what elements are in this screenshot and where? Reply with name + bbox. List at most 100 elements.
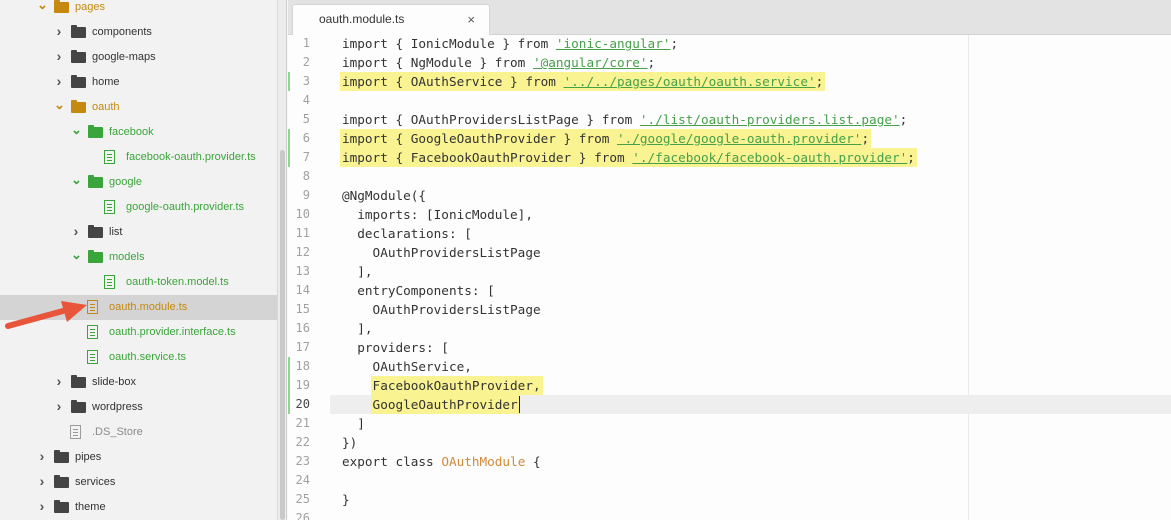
chevron-right-icon[interactable]: › <box>54 399 64 414</box>
tree-item-wordpress[interactable]: › wordpress <box>0 395 277 420</box>
code-text: ], <box>342 321 373 336</box>
code-text: OAuthService, <box>342 359 472 374</box>
chevron-down-icon[interactable]: ⌄ <box>54 98 65 114</box>
tree-item-oauth[interactable]: ⌄ oauth <box>0 95 277 120</box>
chevron-right-icon[interactable]: › <box>71 224 81 239</box>
tree-item-google-maps[interactable]: › google-maps <box>0 45 277 70</box>
code-text: import { GoogleOauthProvider } from <box>342 131 617 146</box>
code-line[interactable]: ] <box>342 414 365 433</box>
tree-item-label: facebook-oauth.provider.ts <box>126 151 256 163</box>
tree-item-oauth-token-model-ts[interactable]: oauth-token.model.ts <box>0 270 277 295</box>
chevron-right-icon[interactable]: › <box>37 474 47 489</box>
code-line[interactable]: import { OAuthService } from '../../page… <box>342 72 823 91</box>
line-number: 1 <box>302 36 310 50</box>
line-number: 4 <box>302 93 310 107</box>
code-text: import { OAuthProvidersListPage } from <box>342 112 640 127</box>
tree-item-google[interactable]: ⌄ google <box>0 170 277 195</box>
annotation-arrow <box>5 301 87 329</box>
line-number: 14 <box>295 283 310 297</box>
tree-item-pages[interactable]: ⌄ pages <box>0 0 277 20</box>
tree-item-label: oauth <box>92 101 120 113</box>
folder-icon <box>54 450 69 463</box>
code-string: './facebook/facebook-oauth.provider' <box>632 150 908 165</box>
tree-item-label: pipes <box>75 451 102 463</box>
line-number: 17 <box>295 340 310 354</box>
code-text: ; <box>907 150 915 165</box>
tree-item-ds-store[interactable]: .DS_Store <box>0 420 277 445</box>
chevron-down-icon[interactable]: ⌄ <box>37 0 48 14</box>
chevron-right-icon[interactable]: › <box>54 374 64 389</box>
code-line[interactable]: export class OAuthModule { <box>342 452 541 471</box>
chevron-right-icon[interactable]: › <box>37 449 47 464</box>
code-line[interactable]: import { OAuthProvidersListPage } from '… <box>342 110 907 129</box>
tree-item-google-oauth-provider-ts[interactable]: google-oauth.provider.ts <box>0 195 277 220</box>
code-text: { <box>525 454 541 469</box>
tree-item-theme[interactable]: › theme <box>0 495 277 520</box>
code-line[interactable]: } <box>342 490 350 509</box>
code-line[interactable]: import { GoogleOauthProvider } from './g… <box>342 129 869 148</box>
tree-item-models[interactable]: ⌄ models <box>0 245 277 270</box>
code-line[interactable]: providers: [ <box>342 338 449 357</box>
code-text: providers: [ <box>342 340 449 355</box>
folder-icon <box>71 75 86 88</box>
tree-item-pipes[interactable]: › pipes <box>0 445 277 470</box>
tree-item-components[interactable]: › components <box>0 20 277 45</box>
folder-icon <box>71 50 86 63</box>
chevron-down-icon[interactable]: ⌄ <box>71 173 82 189</box>
sidebar-scrollbar-thumb[interactable] <box>280 150 285 520</box>
tree-item-label: theme <box>75 501 106 513</box>
code-text: import { FacebookOauthProvider } from <box>342 150 633 165</box>
code-class-name: OAuthModule <box>441 454 526 469</box>
file-icon <box>104 200 115 214</box>
tree-item-label: google <box>109 176 143 188</box>
chevron-down-icon[interactable]: ⌄ <box>71 248 82 264</box>
tree-item-slide-box[interactable]: › slide-box <box>0 370 277 395</box>
code-text: import { NgModule } from <box>342 55 533 70</box>
code-line[interactable]: OAuthProvidersListPage <box>342 243 541 262</box>
line-number: 12 <box>295 245 310 259</box>
code-line[interactable]: ], <box>342 262 372 281</box>
code-line[interactable]: imports: [IonicModule], <box>342 205 533 224</box>
chevron-right-icon[interactable]: › <box>54 24 64 39</box>
folder-icon <box>54 500 69 513</box>
code-line[interactable]: GoogleOauthProvider <box>342 395 518 414</box>
tree-item-facebook-oauth-provider-ts[interactable]: facebook-oauth.provider.ts <box>0 145 277 170</box>
code-line[interactable]: declarations: [ <box>342 224 472 243</box>
editor-tab-bar: oauth.module.ts × <box>288 0 1171 35</box>
code-line[interactable]: ], <box>342 319 373 338</box>
code-line[interactable]: }) <box>342 433 357 452</box>
line-number: 22 <box>295 435 310 449</box>
code-line[interactable]: import { FacebookOauthProvider } from '.… <box>342 148 915 167</box>
code-line[interactable]: OAuthProvidersListPage <box>342 300 541 319</box>
chevron-right-icon[interactable]: › <box>54 49 64 64</box>
file-tree-sidebar: ⌄ pages › components › google-maps › home ⌄ oauth… <box>0 0 277 520</box>
tab-oauth-module[interactable]: oauth.module.ts × <box>292 4 490 35</box>
tree-item-services[interactable]: › services <box>0 470 277 495</box>
code-text: GoogleOauthProvider <box>342 397 518 412</box>
line-number: 7 <box>302 150 310 164</box>
code-line[interactable]: import { IonicModule } from 'ionic-angul… <box>342 35 678 53</box>
tree-item-list[interactable]: › list <box>0 220 277 245</box>
chevron-right-icon[interactable]: › <box>37 499 47 514</box>
code-line[interactable]: FacebookOauthProvider, <box>342 376 541 395</box>
code-line[interactable]: @NgModule({ <box>342 186 426 205</box>
code-line[interactable]: OAuthService, <box>342 357 472 376</box>
tree-item-label: services <box>75 476 116 488</box>
code-text: ; <box>899 112 908 127</box>
tree-item-home[interactable]: › home <box>0 70 277 95</box>
code-editor[interactable]: 1 2 3 4 5 6 7 8 9 10 11 12 13 14 15 16 17 18 19 20 21 22 23 24 2… <box>288 35 1171 520</box>
close-icon[interactable]: × <box>467 5 475 34</box>
code-line[interactable]: import { NgModule } from '@angular/core'… <box>342 53 655 72</box>
folder-icon <box>88 125 103 138</box>
line-number: 3 <box>302 74 310 88</box>
tab-title: oauth.module.ts <box>319 12 405 26</box>
tree-item-label: wordpress <box>92 401 143 413</box>
code-line[interactable]: entryComponents: [ <box>342 281 495 300</box>
tree-item-facebook[interactable]: ⌄ facebook <box>0 120 277 145</box>
code-text: ; <box>861 131 870 146</box>
code-text: } <box>342 492 350 507</box>
chevron-right-icon[interactable]: › <box>54 74 64 89</box>
chevron-down-icon[interactable]: ⌄ <box>71 123 82 139</box>
tree-item-oauth-service-ts[interactable]: oauth.service.ts <box>0 345 277 370</box>
sidebar-scrollbar[interactable] <box>277 0 287 520</box>
